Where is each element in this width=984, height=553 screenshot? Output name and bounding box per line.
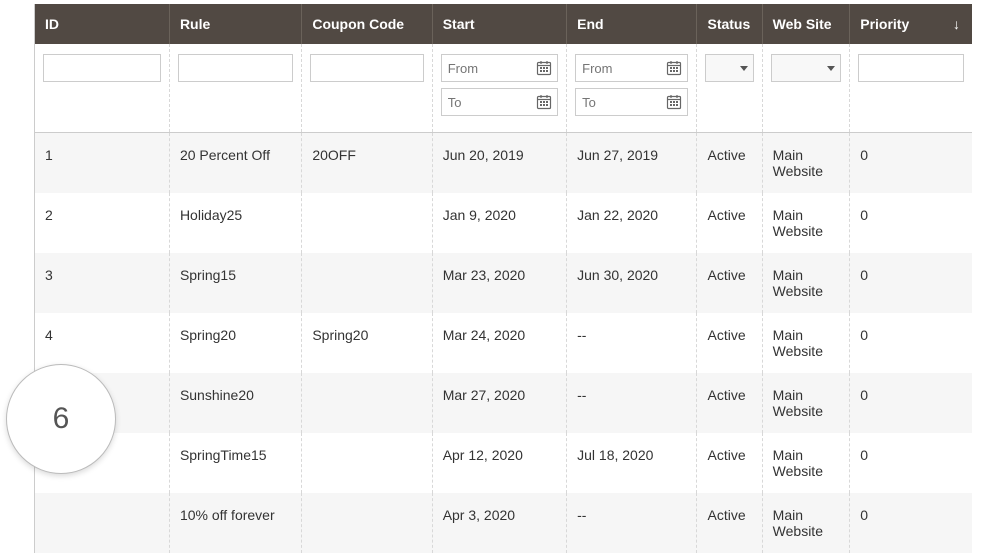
filter-website-select[interactable] xyxy=(771,54,842,82)
rules-grid: ID Rule Coupon Code Start End Status Web… xyxy=(34,4,972,553)
table-row[interactable]: 120 Percent Off20OFFJun 20, 2019Jun 27, … xyxy=(35,133,972,194)
cell-priority: 0 xyxy=(850,433,972,493)
cell-start: Mar 24, 2020 xyxy=(432,313,566,373)
table-row[interactable]: 10% off forever Apr 3, 2020--ActiveMain W… xyxy=(35,493,972,553)
filter-row xyxy=(35,44,972,133)
rules-table: ID Rule Coupon Code Start End Status Web… xyxy=(35,4,972,553)
cell-website: Main Website xyxy=(762,493,850,553)
col-header-rule[interactable]: Rule xyxy=(169,4,301,44)
cell-end: -- xyxy=(567,493,697,553)
cell-rule: 10% off forever xyxy=(169,493,301,553)
magnifier-overlay: 6 xyxy=(6,364,116,474)
cell-website: Main Website xyxy=(762,253,850,313)
cell-rule: Spring15 xyxy=(169,253,301,313)
cell-end: Jan 22, 2020 xyxy=(567,193,697,253)
cell-rule: Sunshine20 xyxy=(169,373,301,433)
filter-id-input[interactable] xyxy=(43,54,161,82)
cell-start: Mar 27, 2020 xyxy=(432,373,566,433)
table-row[interactable]: 6SpringTime15Apr 12, 2020Jul 18, 2020Act… xyxy=(35,433,972,493)
col-header-code[interactable]: Coupon Code xyxy=(302,4,432,44)
cell-priority: 0 xyxy=(850,133,972,194)
cell-end: Jul 18, 2020 xyxy=(567,433,697,493)
cell-priority: 0 xyxy=(850,493,972,553)
col-header-website[interactable]: Web Site xyxy=(762,4,850,44)
cell-id: 3 xyxy=(35,253,169,313)
cell-rule: 20 Percent Off xyxy=(169,133,301,194)
cell-status: Active xyxy=(697,373,762,433)
cell-end: Jun 30, 2020 xyxy=(567,253,697,313)
col-header-start[interactable]: Start xyxy=(432,4,566,44)
filter-end-from-input[interactable] xyxy=(575,54,688,82)
col-header-priority[interactable]: Priority xyxy=(850,4,972,44)
cell-priority: 0 xyxy=(850,313,972,373)
filter-start-from-input[interactable] xyxy=(441,54,558,82)
cell-code xyxy=(302,253,432,313)
cell-start: Mar 23, 2020 xyxy=(432,253,566,313)
cell-website: Main Website xyxy=(762,193,850,253)
filter-code-input[interactable] xyxy=(310,54,423,82)
cell-website: Main Website xyxy=(762,133,850,194)
cell-priority: 0 xyxy=(850,193,972,253)
table-row[interactable]: 4Spring20Spring20Mar 24, 2020--ActiveMai… xyxy=(35,313,972,373)
cell-end: -- xyxy=(567,313,697,373)
col-header-end[interactable]: End xyxy=(567,4,697,44)
filter-end-to-input[interactable] xyxy=(575,88,688,116)
cell-code xyxy=(302,373,432,433)
cell-code: Spring20 xyxy=(302,313,432,373)
table-row[interactable]: 2Holiday25 Jan 9, 2020Jan 22, 2020ActiveM… xyxy=(35,193,972,253)
col-header-id[interactable]: ID xyxy=(35,4,169,44)
cell-status: Active xyxy=(697,493,762,553)
cell-status: Active xyxy=(697,253,762,313)
table-row[interactable]: 5Sunshine20Mar 27, 2020--ActiveMain Webs… xyxy=(35,373,972,433)
cell-website: Main Website xyxy=(762,433,850,493)
cell-rule: Spring20 xyxy=(169,313,301,373)
cell-end: -- xyxy=(567,373,697,433)
cell-code: 20OFF xyxy=(302,133,432,194)
cell-code xyxy=(302,433,432,493)
magnifier-value: 6 xyxy=(53,402,70,436)
cell-start: Jun 20, 2019 xyxy=(432,133,566,194)
cell-priority: 0 xyxy=(850,253,972,313)
filter-start-to-input[interactable] xyxy=(441,88,558,116)
cell-status: Active xyxy=(697,133,762,194)
cell-priority: 0 xyxy=(850,373,972,433)
cell-status: Active xyxy=(697,433,762,493)
cell-website: Main Website xyxy=(762,373,850,433)
cell-start: Apr 12, 2020 xyxy=(432,433,566,493)
cell-end: Jun 27, 2019 xyxy=(567,133,697,194)
cell-id: 1 xyxy=(35,133,169,194)
filter-priority-input[interactable] xyxy=(858,54,964,82)
cell-start: Apr 3, 2020 xyxy=(432,493,566,553)
cell-code xyxy=(302,193,432,253)
cell-id: 2 xyxy=(35,193,169,253)
header-row: ID Rule Coupon Code Start End Status Web… xyxy=(35,4,972,44)
cell-website: Main Website xyxy=(762,313,850,373)
cell-start: Jan 9, 2020 xyxy=(432,193,566,253)
filter-status-select[interactable] xyxy=(705,54,753,82)
cell-rule: SpringTime15 xyxy=(169,433,301,493)
cell-rule: Holiday25 xyxy=(169,193,301,253)
cell-id xyxy=(35,493,169,553)
filter-rule-input[interactable] xyxy=(178,54,293,82)
table-row[interactable]: 3Spring15 Mar 23, 2020Jun 30, 2020ActiveM… xyxy=(35,253,972,313)
col-header-status[interactable]: Status xyxy=(697,4,762,44)
cell-status: Active xyxy=(697,193,762,253)
cell-status: Active xyxy=(697,313,762,373)
cell-code xyxy=(302,493,432,553)
